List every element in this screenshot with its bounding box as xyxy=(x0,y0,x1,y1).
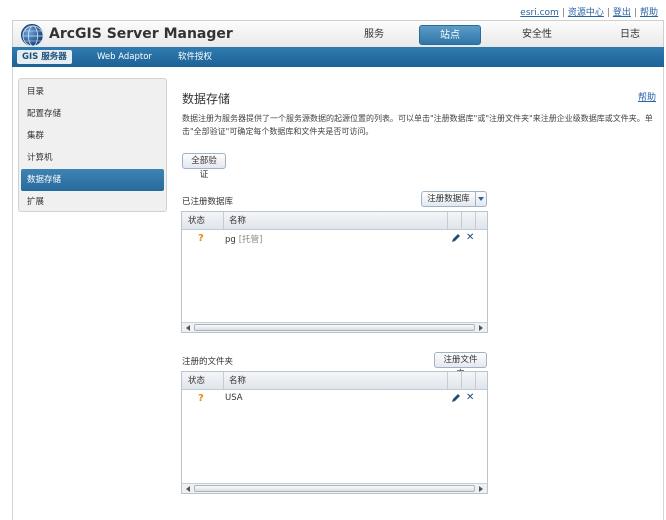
row-name: pg [托管] xyxy=(225,233,262,245)
column-header-name[interactable]: 名称 xyxy=(224,372,448,390)
folders-grid: 状态 名称 ? USA ✕ xyxy=(181,371,488,494)
app-title: ArcGIS Server Manager xyxy=(49,26,233,42)
sidebar-item-extensions[interactable]: 扩展 xyxy=(21,191,164,213)
sidebar: 目录 配置存储 集群 计算机 数据存储 扩展 xyxy=(18,78,167,212)
help-top-link[interactable]: 帮助 xyxy=(640,8,658,18)
scroll-right-arrow-icon[interactable] xyxy=(477,485,485,492)
nav-security[interactable]: 安全性 xyxy=(506,25,568,45)
database-name: pg xyxy=(225,235,236,245)
subnav-gis-server[interactable]: GIS 服务器 xyxy=(17,50,72,64)
globe-logo-svg xyxy=(22,25,44,47)
separator: | xyxy=(561,8,565,18)
page-title: 数据存储 xyxy=(182,92,231,106)
edit-pencil-icon[interactable] xyxy=(451,233,461,243)
delete-icon[interactable]: ✕ xyxy=(466,232,474,244)
status-unknown-icon: ? xyxy=(198,233,204,244)
nav-site[interactable]: 站点 xyxy=(419,25,481,45)
page-description: 数据注册为服务器提供了一个服务源数据的起源位置的列表。可以单击"注册数据库"或"… xyxy=(182,114,653,136)
app-header: ArcGIS Server Manager 服务 站点 安全性 日志 xyxy=(12,20,664,47)
register-database-dropdown-button[interactable] xyxy=(475,191,487,207)
scroll-left-arrow-icon[interactable] xyxy=(184,485,192,492)
scrollbar-thumb[interactable] xyxy=(194,485,475,492)
table-row[interactable]: ? pg [托管] ✕ xyxy=(182,232,487,246)
separator: | xyxy=(633,8,637,18)
databases-grid: 状态 名称 ? pg [托管] ✕ xyxy=(181,211,488,333)
delete-icon[interactable]: ✕ xyxy=(466,392,474,404)
column-header-edit xyxy=(448,212,462,230)
logout-link[interactable]: 登出 xyxy=(613,8,631,18)
nav-logs[interactable]: 日志 xyxy=(599,25,661,45)
column-header-status[interactable]: 状态 xyxy=(182,212,224,230)
column-header-name[interactable]: 名称 xyxy=(224,212,448,230)
sub-nav: GIS 服务器 Web Adaptor 软件授权 xyxy=(12,47,664,67)
sidebar-item-data-store[interactable]: 数据存储 xyxy=(21,169,164,191)
verify-all-button[interactable]: 全部验证 xyxy=(182,153,226,180)
subnav-web-adaptor[interactable]: Web Adaptor xyxy=(97,50,152,64)
top-links: esri.com | 资源中心 | 登出 | 帮助 xyxy=(520,5,658,18)
scroll-left-arrow-icon[interactable] xyxy=(184,324,192,331)
column-header-status[interactable]: 状态 xyxy=(182,372,224,390)
subnav-licensing[interactable]: 软件授权 xyxy=(178,50,212,64)
horizontal-scrollbar[interactable] xyxy=(182,322,487,332)
registered-folders-label: 注册的文件夹 xyxy=(182,357,234,367)
managed-tag: [托管] xyxy=(238,235,263,245)
column-header-delete xyxy=(462,372,476,390)
status-unknown-icon: ? xyxy=(198,393,204,404)
main-nav: 服务 站点 安全性 日志 xyxy=(343,25,653,45)
resource-center-link[interactable]: 资源中心 xyxy=(568,8,604,18)
scrollbar-thumb[interactable] xyxy=(194,324,475,331)
sidebar-item-config-store[interactable]: 配置存储 xyxy=(21,103,164,125)
folder-name: USA xyxy=(225,393,243,403)
help-link[interactable]: 帮助 xyxy=(638,90,656,103)
register-folder-button[interactable]: 注册文件夹 xyxy=(434,352,487,379)
table-row[interactable]: ? USA ✕ xyxy=(182,392,487,406)
separator: | xyxy=(606,8,610,18)
grid-header: 状态 名称 xyxy=(182,372,487,390)
grid-header: 状态 名称 xyxy=(182,212,487,230)
column-header-delete xyxy=(462,212,476,230)
registered-databases-label: 已注册数据库 xyxy=(182,197,234,207)
register-database-button[interactable]: 注册数据库 xyxy=(421,191,476,207)
nav-services[interactable]: 服务 xyxy=(343,25,405,45)
edit-pencil-icon[interactable] xyxy=(451,393,461,403)
sidebar-item-directories[interactable]: 目录 xyxy=(21,81,164,103)
column-header-edit xyxy=(448,372,462,390)
horizontal-scrollbar[interactable] xyxy=(182,483,487,493)
esri-link[interactable]: esri.com xyxy=(520,8,559,18)
sidebar-item-machines[interactable]: 计算机 xyxy=(21,147,164,169)
sidebar-item-clusters[interactable]: 集群 xyxy=(21,125,164,147)
chevron-down-icon xyxy=(478,197,484,201)
globe-logo-icon xyxy=(21,24,44,47)
scroll-right-arrow-icon[interactable] xyxy=(477,324,485,331)
